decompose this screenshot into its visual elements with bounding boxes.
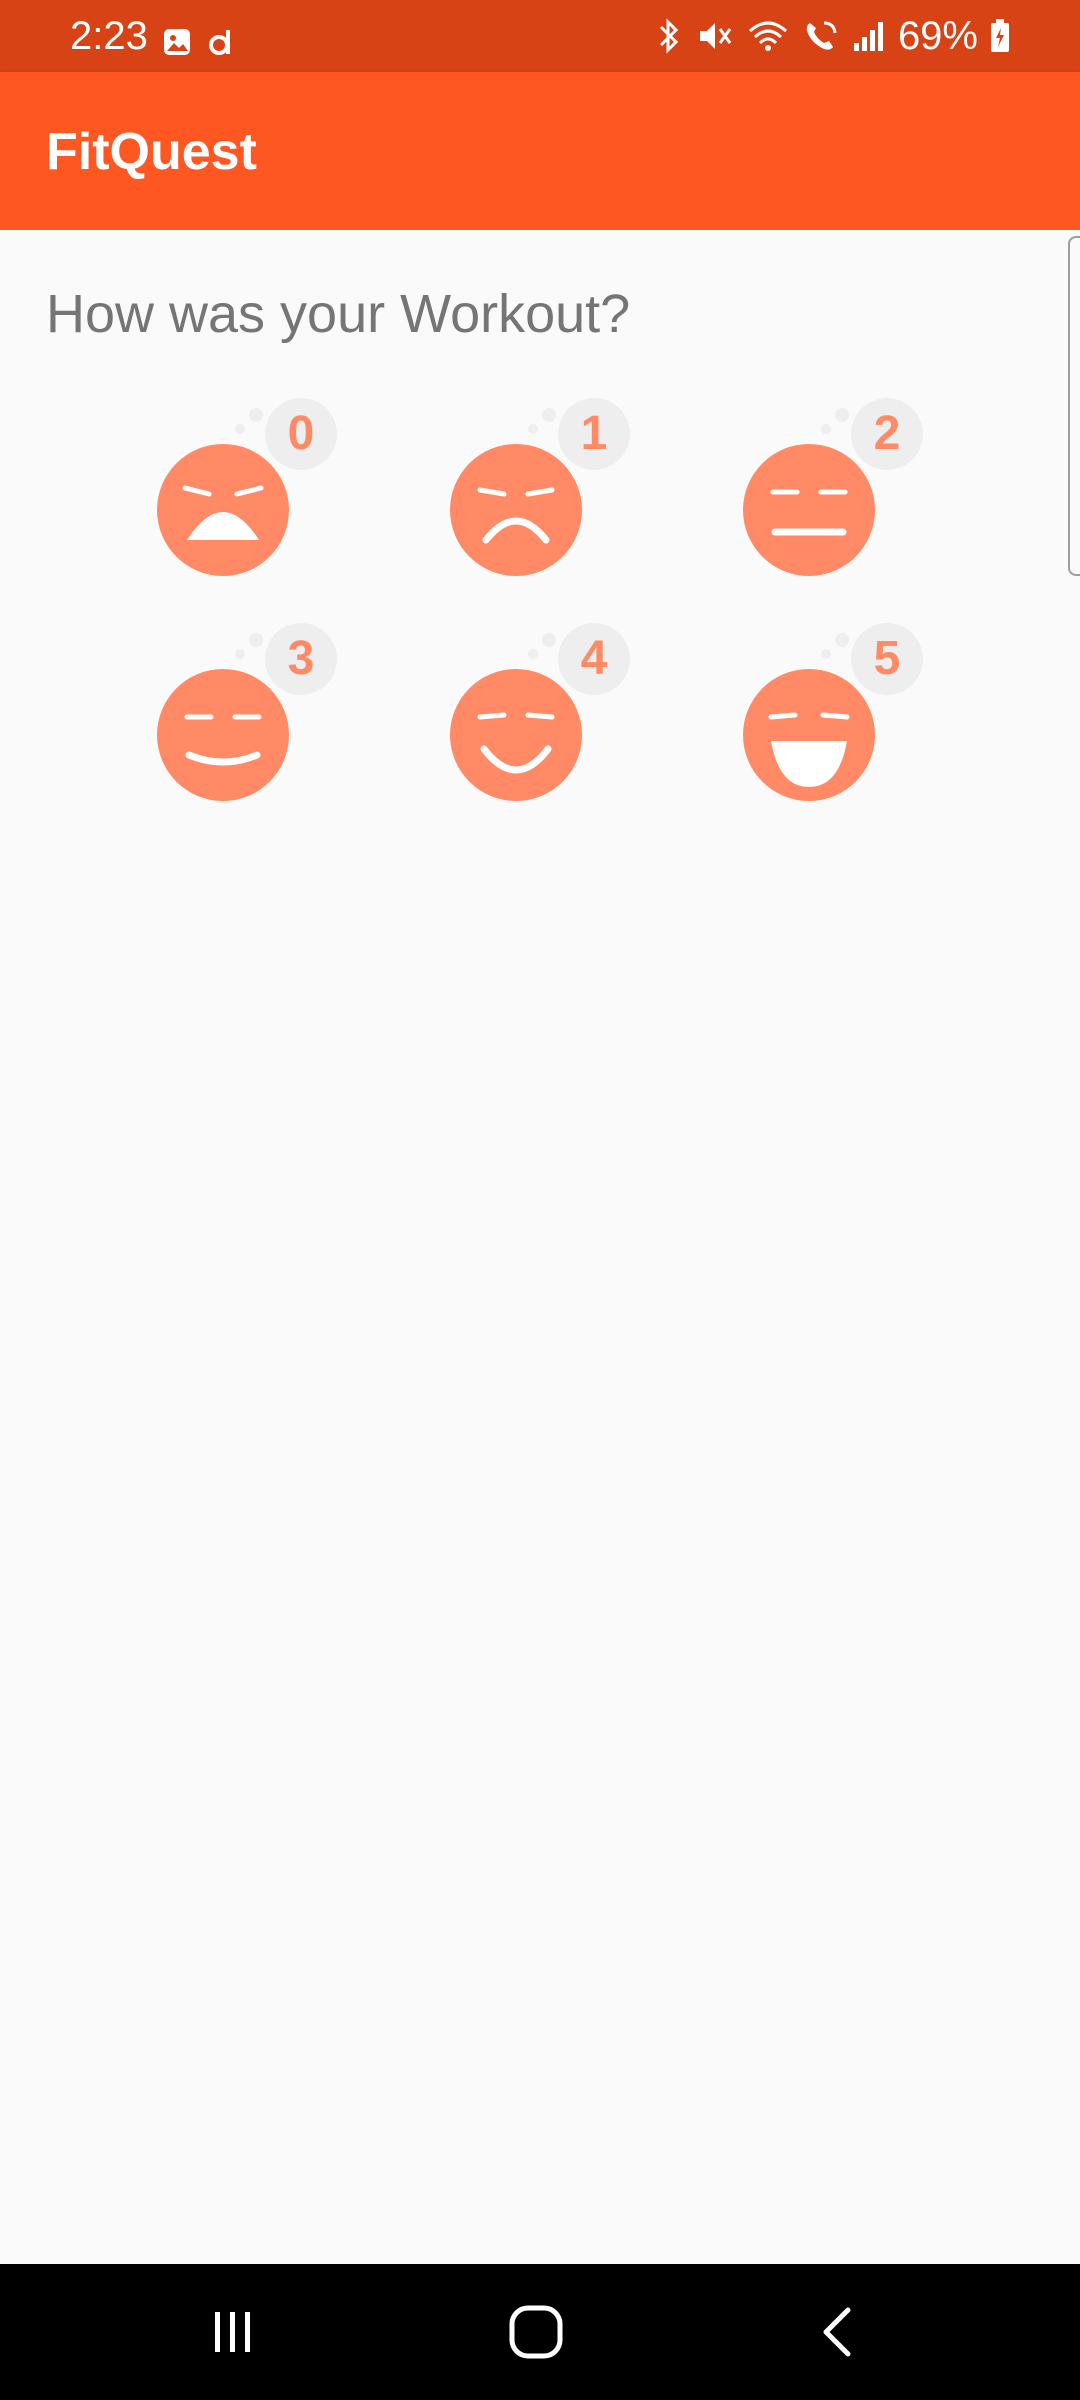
mute-icon	[699, 23, 732, 49]
scroll-indicator[interactable]	[1068, 236, 1080, 576]
wifi-icon	[748, 21, 787, 51]
thought-dot	[528, 649, 538, 659]
rating-option-4[interactable]: 4	[450, 623, 630, 813]
question-title: How was your Workout?	[46, 284, 631, 344]
home-button[interactable]	[476, 2298, 596, 2366]
status-left-icons	[162, 27, 236, 57]
laughing-face-icon	[743, 669, 875, 801]
thought-dot	[235, 424, 245, 434]
home-icon	[509, 2305, 563, 2359]
d-app-icon	[209, 30, 230, 55]
thought-dot	[835, 408, 849, 422]
thought-dot	[542, 408, 556, 422]
battery-percent: 69%	[897, 14, 978, 58]
neutral-face-icon	[743, 444, 875, 576]
battery-charging-icon	[991, 19, 1009, 52]
recent-apps-icon	[215, 2312, 250, 2352]
status-right-icons: 69%	[654, 14, 1010, 58]
back-icon	[823, 2307, 851, 2357]
gallery-icon	[164, 29, 190, 55]
sad-face-icon	[450, 444, 582, 576]
system-nav-bar	[0, 2264, 1080, 2400]
bluetooth-icon	[659, 18, 679, 54]
thought-dot	[249, 633, 263, 647]
thought-dot	[249, 408, 263, 422]
status-bar: 2:23 69%	[0, 0, 1080, 72]
thought-dot	[528, 424, 538, 434]
smile-face-icon	[450, 669, 582, 801]
crying-face-icon	[157, 444, 289, 576]
back-button[interactable]	[778, 2298, 898, 2366]
recent-apps-button[interactable]	[173, 2298, 293, 2366]
wifi-calling-icon	[806, 21, 837, 50]
rating-option-3[interactable]: 3	[157, 623, 337, 813]
thought-dot	[821, 649, 831, 659]
thought-dot	[821, 424, 831, 434]
thought-dot	[235, 649, 245, 659]
rating-option-1[interactable]: 1	[450, 398, 630, 588]
workout-feedback-screen: How was your Workout? 0 1 2 3 4 5	[0, 230, 1080, 2264]
signal-icon	[853, 22, 883, 51]
slight-smile-face-icon	[157, 669, 289, 801]
rating-option-5[interactable]: 5	[743, 623, 923, 813]
app-title: FitQuest	[46, 123, 257, 181]
thought-dot	[835, 633, 849, 647]
rating-option-2[interactable]: 2	[743, 398, 923, 588]
status-time: 2:23	[70, 14, 148, 58]
thought-dot	[542, 633, 556, 647]
rating-option-0[interactable]: 0	[157, 398, 337, 588]
app-bar: FitQuest	[0, 72, 1080, 230]
